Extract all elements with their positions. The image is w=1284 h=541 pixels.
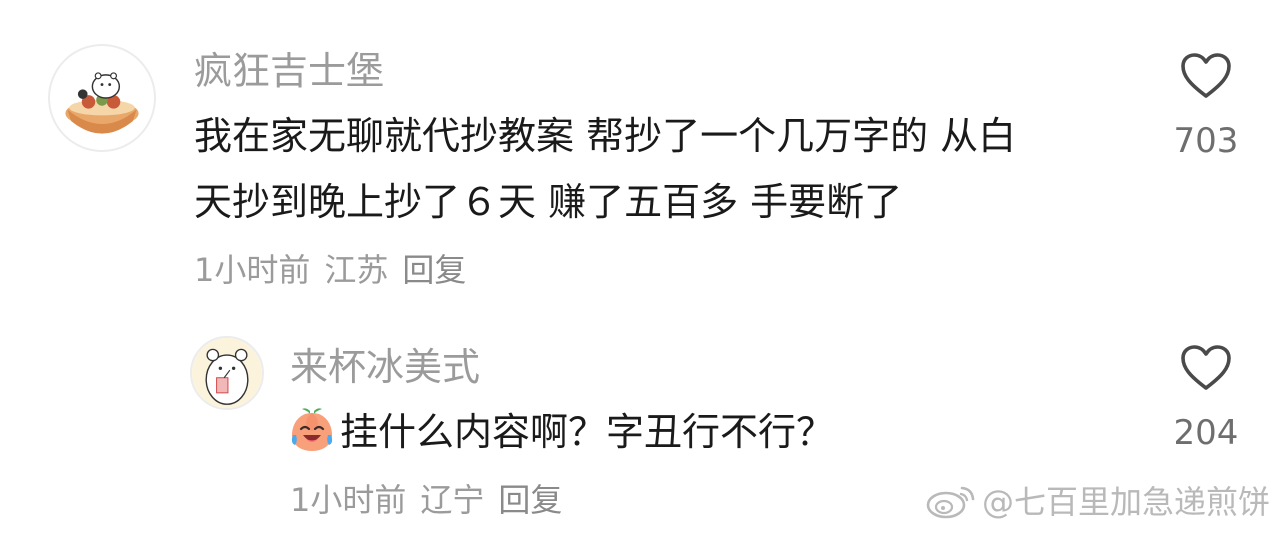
username[interactable]: 来杯冰美式 [290,348,480,386]
comment-text-line-1: 挂什么内容啊？字丑行不行？ [288,400,834,464]
comment-1: 疯狂吉士堡 我在家无聊就代抄教案 帮抄了一个几万字的 从白 天抄到晚上抄了６天 … [0,0,1284,300]
like-control[interactable]: 204 [1166,344,1246,450]
like-control[interactable]: 703 [1166,52,1246,158]
user-avatar[interactable] [48,44,156,152]
like-count: 703 [1173,121,1239,161]
timestamp: 1小时前 [194,251,311,289]
heart-outline-icon[interactable] [1180,344,1232,392]
reply-button[interactable]: 回复 [402,251,466,289]
heart-outline-icon[interactable] [1180,52,1232,100]
user-avatar[interactable] [190,336,264,410]
weibo-logo-icon [926,486,975,519]
username[interactable]: 疯狂吉士堡 [194,52,384,90]
comment-meta: 1小时前 江苏 回复 [194,254,480,286]
comment-text-line-1: 我在家无聊就代抄教案 帮抄了一个几万字的 从白 [194,114,1017,158]
avatar-image [192,338,262,408]
watermark: @七百里加急递煎饼 [924,477,1270,523]
location: 江苏 [324,251,389,289]
reply-button[interactable]: 回复 [498,481,562,519]
crying-laughing-peach-emoji [288,405,336,453]
comment-meta: 1小时前 辽宁 回复 [290,484,576,516]
like-count: 204 [1173,413,1239,453]
avatar-image [65,72,139,134]
comment-text-line-2: 天抄到晚上抄了６天 赚了五百多 手要断了 [194,180,903,224]
comment-text: 挂什么内容啊？字丑行不行？ [340,410,835,454]
location: 辽宁 [420,481,485,519]
timestamp: 1小时前 [290,481,407,519]
watermark-text: @七百里加急递煎饼 [981,483,1270,521]
